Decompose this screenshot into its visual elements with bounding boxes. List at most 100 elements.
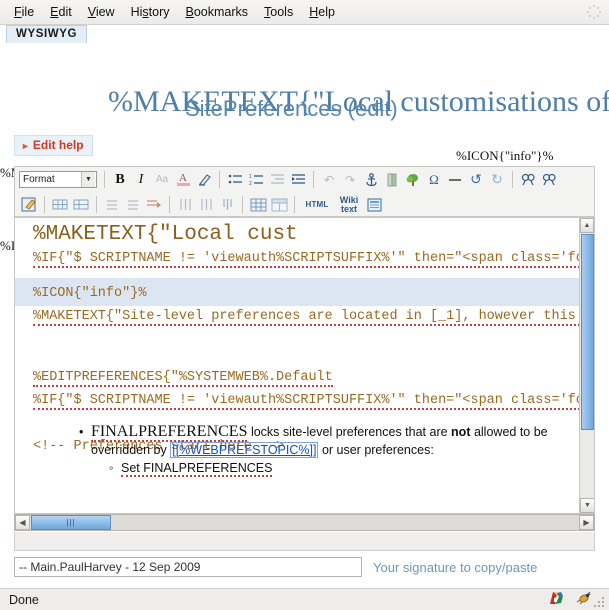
unordered-list-button[interactable] <box>225 170 245 190</box>
table-properties-button[interactable] <box>269 195 289 215</box>
redo-button[interactable]: ↷ <box>340 170 360 190</box>
toolbar-separator <box>313 171 314 188</box>
wysiwyg-toolbar: Format ▼ B I Aa A 12 ↶ ↷ Ω ↺ ↻ HTML Wiki… <box>14 166 595 217</box>
toolbar-row-2: HTML Wiki text <box>15 192 594 216</box>
image-button[interactable] <box>403 170 423 190</box>
undo2-button[interactable]: ↺ <box>466 170 486 190</box>
edit-help-label: Edit help <box>32 138 84 152</box>
text-case-button[interactable]: Aa <box>152 170 172 190</box>
menu-item-tools[interactable]: Tools <box>256 3 301 21</box>
insert-column-right-button[interactable] <box>196 195 216 215</box>
scroll-up-arrow-icon[interactable]: ▲ <box>580 218 594 233</box>
outdent-button[interactable] <box>267 170 287 190</box>
unlink-button[interactable]: Ω <box>424 170 444 190</box>
wiki-text-button[interactable]: Wiki text <box>335 195 363 215</box>
editor-footer-strip <box>14 532 595 551</box>
list-item: ◦ Set FINALPREFERENCES <box>109 461 273 477</box>
page-title: SitePreferences (edit) <box>185 96 398 121</box>
horizontal-rule-button[interactable] <box>445 170 465 190</box>
edit-help-toggle[interactable]: ► Edit help <box>14 135 93 156</box>
signature-hint: Your signature to copy/paste <box>373 559 538 575</box>
list-item: overridden by [[%WEBPREFSTOPIC%]] or use… <box>91 442 434 458</box>
browser-menu-bar: File Edit View History Bookmarks Tools H… <box>0 0 609 25</box>
browser-status-bar: Done <box>0 588 609 610</box>
menu-item-help[interactable]: Help <box>301 3 343 21</box>
toolbar-separator <box>219 171 220 188</box>
loading-spinner-icon <box>587 5 602 20</box>
menu-item-file-label: ile <box>21 5 35 19</box>
text-color-button[interactable]: A <box>173 170 193 190</box>
toolbar-separator <box>104 171 105 188</box>
insert-table-button[interactable] <box>248 195 268 215</box>
menu-item-file[interactable]: File <box>6 3 42 21</box>
editor-line-if2: %IF{"$ SCRIPTNAME != 'viewauth%SCRIPTSUF… <box>33 393 594 410</box>
link-button[interactable] <box>382 170 402 190</box>
insert-column-left-button[interactable] <box>175 195 195 215</box>
resize-grip-icon[interactable] <box>594 595 606 607</box>
editor-vertical-scrollbar[interactable]: ▲ ▼ <box>579 218 594 513</box>
toolbar-row-1: Format ▼ B I Aa A 12 ↶ ↷ Ω ↺ ↻ <box>15 167 594 192</box>
menu-item-view[interactable]: View <box>80 3 123 21</box>
bleed-icon-info: %ICON{"info"}% <box>456 148 554 163</box>
status-bar-icons <box>549 591 591 608</box>
find-button[interactable] <box>518 170 538 190</box>
format-select[interactable]: Format ▼ <box>19 171 97 188</box>
chevron-down-icon: ▼ <box>81 172 95 187</box>
final-preferences-term: FINALPREFERENCES <box>91 423 248 442</box>
delete-column-button[interactable] <box>217 195 237 215</box>
editor-line-editpref: %EDITPREFERENCES{"%SYSTEMWEB%.Default <box>33 370 333 387</box>
table-row-delete-button[interactable] <box>71 195 91 215</box>
scroll-down-arrow-icon[interactable]: ▼ <box>580 498 594 513</box>
toolbar-separator <box>169 196 170 213</box>
menu-item-bookmarks[interactable]: Bookmarks <box>178 3 257 21</box>
remove-format-button[interactable] <box>194 170 214 190</box>
insert-row-above-button[interactable] <box>102 195 122 215</box>
signature-input[interactable]: -- Main.PaulHarvey - 12 Sep 2009 <box>14 557 362 577</box>
anchor-button[interactable] <box>361 170 381 190</box>
editor-line-icon: %ICON{"info"}% <box>33 286 147 301</box>
colorful-flag-icon[interactable] <box>549 591 564 608</box>
svg-text:1: 1 <box>249 174 252 180</box>
scroll-left-arrow-icon[interactable]: ◀ <box>15 515 30 530</box>
indent-button[interactable] <box>288 170 308 190</box>
signature-row: -- Main.PaulHarvey - 12 Sep 2009 Your si… <box>14 556 595 578</box>
list-item: • FINALPREFERENCES locks site-level prefe… <box>79 423 548 442</box>
edit-topic-button[interactable] <box>19 195 39 215</box>
status-text: Done <box>9 592 39 607</box>
toolbar-separator <box>242 196 243 213</box>
bold-button[interactable]: B <box>110 170 130 190</box>
italic-button[interactable]: I <box>131 170 151 190</box>
editor-big-line: %MAKETEXT{"Local cust <box>33 223 298 246</box>
replace-button[interactable] <box>539 170 559 190</box>
toolbar-separator <box>96 196 97 213</box>
delete-row-button[interactable] <box>144 195 164 215</box>
menu-item-edit[interactable]: Edit <box>42 3 80 21</box>
editor-line-if: %IF{"$ SCRIPTNAME != 'viewauth%SCRIPTSUF… <box>33 251 594 268</box>
undo-button[interactable]: ↶ <box>319 170 339 190</box>
format-select-value: Format <box>23 174 55 185</box>
menu-item-history[interactable]: History <box>123 3 178 21</box>
svg-text:2: 2 <box>249 181 252 186</box>
horizontal-scroll-thumb[interactable]: ||| <box>31 515 111 530</box>
toolbar-separator <box>294 196 295 213</box>
insert-row-below-button[interactable] <box>123 195 143 215</box>
toolbar-separator <box>44 196 45 213</box>
editor-line-maketext: %MAKETEXT{"Site-level preferences are lo… <box>33 309 594 326</box>
tab-wysiwyg[interactable]: WYSIWYG <box>6 25 88 43</box>
toolbar-separator <box>512 171 513 188</box>
bug-icon[interactable] <box>576 591 591 608</box>
redo2-button[interactable]: ↻ <box>487 170 507 190</box>
wysiwyg-editor-area[interactable]: %MAKETEXT{"Local cust %IF{"$ SCRIPTNAME … <box>14 217 595 514</box>
editor-horizontal-scrollbar[interactable]: ◀ ||| ▶ <box>14 514 595 531</box>
page-content: %MAKETEXT{"Local customisations of s Sit… <box>0 46 609 584</box>
ordered-list-button[interactable]: 12 <box>246 170 266 190</box>
webprefstopic-link[interactable]: [[%WEBPREFSTOPIC%]] <box>170 442 319 458</box>
scroll-right-arrow-icon[interactable]: ▶ <box>579 515 594 530</box>
table-row-insert-button[interactable] <box>50 195 70 215</box>
html-source-button[interactable]: HTML <box>300 195 334 215</box>
triangle-right-icon: ► <box>21 141 30 151</box>
vertical-scroll-thumb[interactable] <box>581 234 594 430</box>
rendered-preview-list: • FINALPREFERENCES locks site-level prefe… <box>79 423 548 477</box>
editor-tab-strip: WYSIWYG <box>0 25 609 46</box>
page-properties-button[interactable] <box>364 195 384 215</box>
